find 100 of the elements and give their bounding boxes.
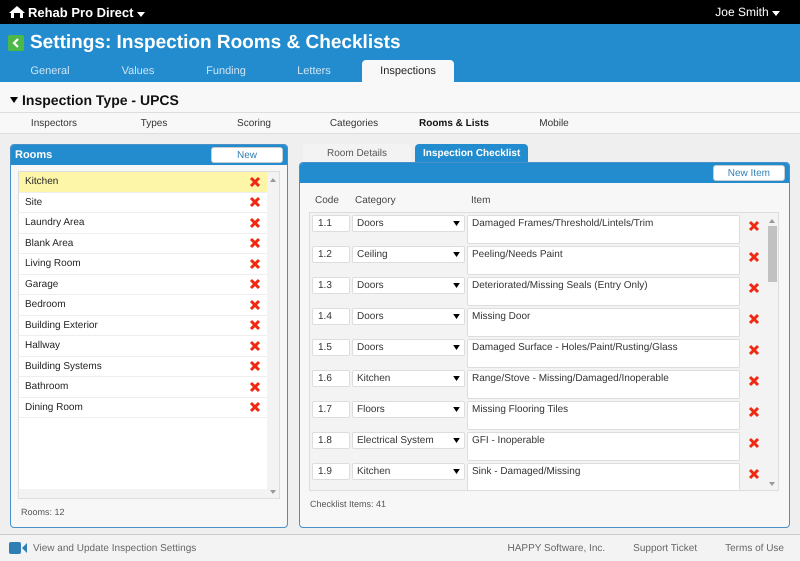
scroll-up-icon[interactable] xyxy=(270,178,276,182)
caret-icon xyxy=(772,11,780,16)
scroll-down-icon[interactable] xyxy=(270,490,276,494)
rooms-count: Rooms: 12 xyxy=(20,506,66,519)
room-item[interactable]: Living Room xyxy=(19,254,267,274)
caret-icon xyxy=(137,12,146,16)
code-field[interactable]: 1.2 xyxy=(312,246,350,263)
room-item[interactable]: Building Systems xyxy=(19,356,267,377)
new-item-button[interactable]: New Item xyxy=(712,165,785,181)
checklist-count: Checklist Items: 41 xyxy=(309,498,388,511)
delete-icon[interactable] xyxy=(249,298,261,311)
delete-icon[interactable] xyxy=(748,313,760,325)
item-field[interactable]: Peeling/Needs Paint xyxy=(467,246,740,275)
sub-tab[interactable]: Scoring xyxy=(204,113,304,133)
code-field[interactable]: 1.5 xyxy=(312,339,350,356)
delete-icon[interactable] xyxy=(249,196,261,208)
room-item[interactable]: Kitchen xyxy=(19,172,267,192)
panel-tab[interactable]: Inspection Checklist xyxy=(415,144,528,162)
dropdown-arrow-icon xyxy=(453,345,460,350)
dropdown-arrow-icon xyxy=(453,314,460,319)
scroll-down-icon[interactable] xyxy=(769,482,775,486)
category-dropdown[interactable]: Ceiling xyxy=(352,246,465,263)
room-item[interactable]: Dining Room xyxy=(19,398,267,418)
item-field[interactable]: GFI - Inoperable xyxy=(467,432,740,461)
panel-tab[interactable]: Room Details xyxy=(303,144,412,162)
footer-link[interactable]: Terms of Use xyxy=(725,542,784,554)
page-title: Settings: Inspection Rooms & Checklists xyxy=(30,32,401,54)
scrollbar-thumb[interactable] xyxy=(768,226,776,282)
tab[interactable]: Inspections xyxy=(362,60,454,82)
item-field[interactable]: Sink - Damaged/Missing xyxy=(467,463,740,490)
video-camera-icon xyxy=(9,541,27,555)
delete-icon[interactable] xyxy=(748,344,760,356)
item-field[interactable]: Damaged Surface - Holes/Paint/Rusting/Glass xyxy=(467,339,740,368)
room-item[interactable]: Site xyxy=(19,192,267,213)
app-menu[interactable]: Rehab Pro Direct xyxy=(28,4,146,20)
back-button[interactable] xyxy=(8,34,24,50)
column-header: Item xyxy=(471,195,490,206)
help-link[interactable]: View and Update Inspection Settings xyxy=(33,542,196,554)
category-dropdown[interactable]: Kitchen xyxy=(352,370,465,387)
delete-icon[interactable] xyxy=(249,176,261,188)
room-item[interactable]: Building Exterior xyxy=(19,316,267,336)
delete-icon[interactable] xyxy=(249,216,261,229)
code-field[interactable]: 1.1 xyxy=(312,215,350,232)
delete-icon[interactable] xyxy=(249,340,261,352)
item-field[interactable]: Missing Flooring Tiles xyxy=(467,401,740,430)
room-item[interactable]: Garage xyxy=(19,274,267,295)
delete-icon[interactable] xyxy=(748,437,760,449)
category-dropdown[interactable]: Doors xyxy=(352,215,465,232)
delete-icon[interactable] xyxy=(249,237,261,250)
delete-icon[interactable] xyxy=(249,258,261,270)
new-button[interactable]: New xyxy=(211,147,283,163)
delete-icon[interactable] xyxy=(748,251,760,263)
code-field[interactable]: 1.7 xyxy=(312,401,350,418)
delete-icon[interactable] xyxy=(748,468,760,480)
room-item[interactable]: Laundry Area xyxy=(19,213,267,234)
user-menu[interactable]: Joe Smith xyxy=(715,5,780,19)
category-dropdown[interactable]: Floors xyxy=(352,401,465,418)
dropdown-arrow-icon xyxy=(453,376,460,381)
delete-icon[interactable] xyxy=(748,220,760,232)
sub-tab[interactable]: Rooms & Lists xyxy=(404,113,504,133)
category-dropdown[interactable]: Electrical System xyxy=(352,432,465,449)
delete-icon[interactable] xyxy=(748,375,760,387)
dropdown-arrow-icon xyxy=(453,252,460,257)
code-field[interactable]: 1.9 xyxy=(312,463,350,480)
item-field[interactable]: Range/Stove - Missing/Damaged/Inoperable xyxy=(467,370,740,399)
category-dropdown[interactable]: Kitchen xyxy=(352,463,465,480)
sub-tab[interactable]: Categories xyxy=(304,113,404,133)
delete-icon[interactable] xyxy=(249,380,261,393)
dropdown-arrow-icon xyxy=(453,438,460,443)
code-field[interactable]: 1.8 xyxy=(312,432,350,449)
category-dropdown[interactable]: Doors xyxy=(352,277,465,294)
code-field[interactable]: 1.3 xyxy=(312,277,350,294)
expanded-triangle-icon[interactable] xyxy=(10,97,18,103)
panel-title: Rooms xyxy=(15,149,52,161)
room-item[interactable]: Hallway xyxy=(19,336,267,356)
footer-link[interactable]: HAPPY Software, Inc. xyxy=(508,542,606,554)
delete-icon[interactable] xyxy=(249,360,261,372)
dropdown-arrow-icon xyxy=(453,221,460,226)
sub-tab[interactable]: Mobile xyxy=(504,113,604,133)
category-dropdown[interactable]: Doors xyxy=(352,308,465,325)
footer-link[interactable]: Support Ticket xyxy=(633,542,698,554)
delete-icon[interactable] xyxy=(249,319,261,332)
code-field[interactable]: 1.6 xyxy=(312,370,350,387)
delete-icon[interactable] xyxy=(748,406,760,418)
room-item[interactable]: Bathroom xyxy=(19,377,267,398)
delete-icon[interactable] xyxy=(249,401,261,414)
item-field[interactable]: Missing Door xyxy=(467,308,740,337)
code-field[interactable]: 1.4 xyxy=(312,308,350,325)
sub-tab[interactable]: Types xyxy=(104,113,204,133)
room-item[interactable]: Blank Area xyxy=(19,234,267,254)
item-field[interactable]: Damaged Frames/Threshold/Lintels/Trim xyxy=(467,215,740,244)
category-dropdown[interactable]: Doors xyxy=(352,339,465,356)
delete-icon[interactable] xyxy=(249,278,261,290)
sub-tab[interactable]: Inspectors xyxy=(4,113,104,133)
column-header: Category xyxy=(355,195,397,206)
room-item[interactable]: Bedroom xyxy=(19,295,267,316)
dropdown-arrow-icon xyxy=(453,469,460,474)
delete-icon[interactable] xyxy=(748,282,760,294)
item-field[interactable]: Deteriorated/Missing Seals (Entry Only) xyxy=(467,277,740,306)
scroll-up-icon[interactable] xyxy=(769,219,775,223)
